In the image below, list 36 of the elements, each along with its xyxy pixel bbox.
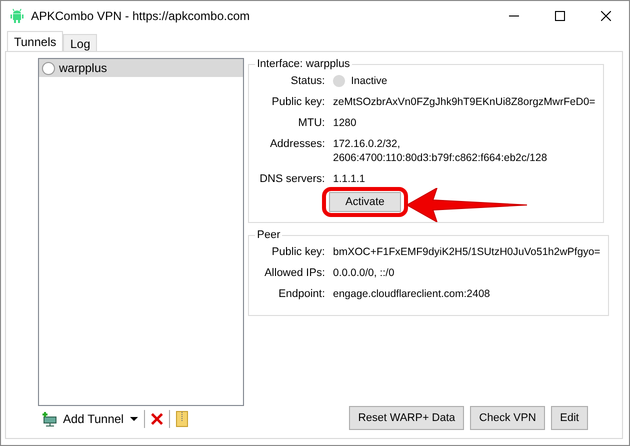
tunnel-name: warpplus	[59, 61, 108, 75]
field-value: 0.0.0.0/0, ::/0	[333, 267, 394, 279]
action-button[interactable]: Check VPN	[470, 406, 546, 430]
maximize-icon[interactable]	[555, 11, 565, 21]
field-value: zeMtSOzbrAxVn0FZgJhk9hT9EKnUi8Z8orgzMwrFeD0=	[333, 96, 596, 108]
tab[interactable]: Tunnels	[7, 31, 64, 51]
delete-icon[interactable]	[150, 413, 163, 425]
field-value: bmXOC+F1FxEMF9dyiK2H5/1SUtzH0JuVo51h2wPfgyo=	[333, 246, 600, 258]
activate-button[interactable]: Activate	[329, 192, 401, 212]
field-value: engage.cloudflareclient.com:2408	[333, 288, 490, 300]
action-button[interactable]: Edit	[551, 406, 588, 430]
dropdown-icon[interactable]	[130, 417, 138, 421]
field-label: Public key:	[270, 96, 325, 108]
field-label: MTU:	[297, 117, 325, 129]
field-value: 1280	[333, 117, 356, 129]
close-icon[interactable]	[601, 11, 611, 21]
add-tunnel-button[interactable]: Add Tunnel	[42, 411, 124, 427]
group-title: Peer	[256, 229, 282, 241]
group-title: Interface: warpplus	[256, 58, 351, 70]
field-label: Addresses:	[268, 138, 325, 152]
status-text: Inactive	[351, 75, 388, 87]
field-label: Allowed IPs:	[263, 267, 325, 279]
tunnel-item[interactable]: warpplus	[39, 59, 243, 77]
field-value: 1.1.1.1	[333, 173, 366, 185]
window-title: APKCombo VPN - https://apkcombo.com	[31, 9, 250, 23]
field-label: Public key:	[270, 246, 325, 258]
field-label: DNS servers:	[258, 173, 325, 185]
field-label: Status:	[290, 75, 325, 87]
address-line: 172.16.0.2/32,	[333, 138, 402, 150]
monitor-plus-icon	[42, 411, 58, 427]
android-icon	[9, 8, 25, 24]
action-button[interactable]: Reset WARP+ Data	[349, 406, 464, 430]
field-label: Endpoint:	[278, 288, 325, 300]
zip-file-icon[interactable]	[176, 411, 188, 427]
tab[interactable]: Log	[63, 34, 98, 51]
address-line: 2606:4700:110:80d3:b79f:c862:f664:eb2c/128	[333, 152, 548, 164]
